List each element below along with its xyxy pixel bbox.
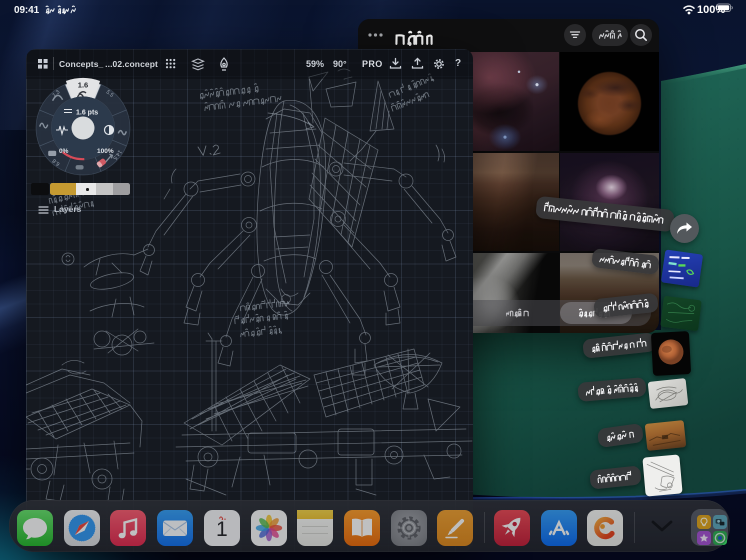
svg-text:1.6 pts: 1.6 pts: [76, 110, 98, 117]
svg-text:100%: 100%: [97, 148, 114, 155]
svg-text:0%: 0%: [59, 148, 69, 155]
svg-text:1.6: 1.6: [78, 81, 88, 90]
